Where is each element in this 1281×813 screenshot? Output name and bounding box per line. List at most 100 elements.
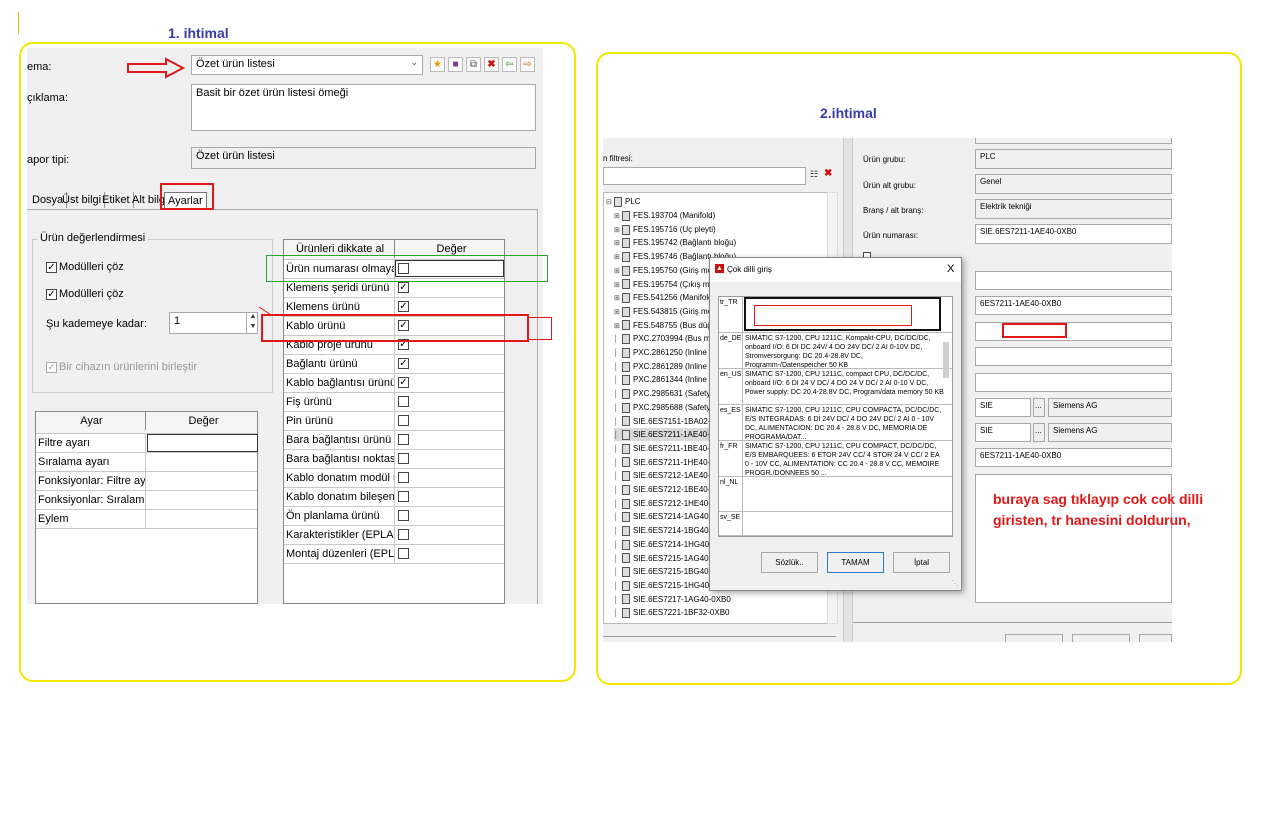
expand-icon[interactable]: ⊞ — [614, 306, 622, 319]
maker-code-field[interactable]: SIE — [975, 398, 1031, 417]
expand-icon[interactable]: ⊞ — [614, 224, 622, 237]
language-text[interactable]: SIMATIC S7-1200, CPU 1211C, compact CPU,… — [745, 370, 945, 404]
blank-field-3[interactable] — [975, 373, 1172, 392]
tree-item[interactable]: ⊞ FES.195742 (Bağlantı bloğu) — [614, 236, 736, 249]
table-row[interactable]: Ön planlama ürünü — [284, 507, 504, 526]
tree-item[interactable]: ⊞ FES.193704 (Manifold) — [614, 209, 715, 222]
table-row[interactable]: Karakteristikler (EPLAN PP... — [284, 526, 504, 545]
language-row[interactable]: es_ES SIMATIC S7-1200, CPU 1211C, CPU COM… — [719, 405, 952, 441]
tree-item[interactable]: │ SIE.6ES7221-1BF32-0XB0 — [614, 606, 730, 619]
table-row[interactable]: Fonksiyonlar: Sıralama ayarı — [36, 491, 257, 510]
table-row[interactable]: Kablo donatım modül ürü... — [284, 469, 504, 488]
ok-button[interactable]: TAMAM — [827, 552, 884, 573]
expand-icon[interactable]: ⊞ — [614, 237, 622, 250]
collapse-icon[interactable]: ⊟ — [606, 196, 614, 209]
order-number-field[interactable]: 6ES7211-1AE40-0XB0 — [975, 448, 1172, 467]
schema-dropdown[interactable]: Özet ürün listesi ⌄ — [191, 55, 423, 75]
table-row[interactable]: Filtre ayarı — [36, 434, 258, 453]
value-checkbox[interactable] — [398, 415, 409, 426]
maker-browse-button[interactable]: ... — [1033, 398, 1045, 417]
table-row[interactable]: Fonksiyonlar: Filtre ayarı — [36, 472, 257, 491]
close-icon[interactable]: X — [947, 263, 954, 275]
save-icon[interactable]: ■ — [448, 57, 463, 72]
language-row[interactable]: fr_FR SIMATIC S7-1200, CPU 1211C, CPU COM… — [719, 441, 952, 477]
value-checkbox[interactable] — [398, 434, 409, 445]
expand-icon[interactable]: ⊞ — [614, 251, 622, 264]
value-checkbox[interactable] — [398, 491, 409, 502]
table-row[interactable]: Sıralama ayarı — [36, 453, 257, 472]
value-checkbox[interactable] — [398, 472, 409, 483]
number-field[interactable]: SIE.6ES7211-1AE40-0XB0 — [975, 224, 1172, 244]
table-row[interactable]: Montaj düzenleri (EPLAN ... — [284, 545, 504, 564]
language-text[interactable] — [745, 478, 945, 511]
bottom-button-3[interactable] — [1139, 634, 1172, 642]
language-text[interactable]: SIMATIC S7-1200, CPU 1211C, CPU COMPACT,… — [745, 442, 945, 476]
table-row[interactable]: Eylem — [36, 510, 257, 529]
grid-scrollbar[interactable] — [943, 342, 949, 378]
export-icon[interactable]: ⇨ — [520, 57, 535, 72]
language-row[interactable]: de_DE SIMATIC S7-1200, CPU 1211C, Kompakt… — [719, 333, 952, 369]
language-row[interactable]: sv_SE — [719, 512, 952, 536]
bottom-button-2[interactable] — [1072, 634, 1130, 642]
row-value-field[interactable] — [147, 434, 258, 452]
app-logo-icon: ▲ — [715, 264, 724, 273]
table-row[interactable]: Fiş ürünü — [284, 393, 504, 412]
language-row[interactable]: nl_NL — [719, 477, 952, 512]
import-icon[interactable]: ⇦ — [502, 57, 517, 72]
language-text[interactable] — [745, 513, 945, 535]
language-row[interactable]: en_US SIMATIC S7-1200, CPU 1211C, compact… — [719, 369, 952, 405]
resolve-modules-checkbox-2[interactable]: ✓ — [46, 289, 57, 300]
cancel-button[interactable]: İptal — [893, 552, 950, 573]
delete-icon[interactable]: ✖ — [484, 57, 499, 72]
value-checkbox[interactable] — [398, 529, 409, 540]
level-input[interactable]: 1 — [169, 312, 258, 334]
value-checkbox[interactable] — [398, 453, 409, 464]
type-field[interactable]: 6ES7211-1AE40-0XB0 — [975, 296, 1172, 315]
copy-icon[interactable]: ⧉ — [466, 57, 481, 72]
value-checkbox[interactable] — [398, 510, 409, 521]
tree-item[interactable]: ⊞ FES.195716 (Uç pleyti) — [614, 223, 716, 236]
table-row[interactable]: Pin ürünü — [284, 412, 504, 431]
value-checkbox[interactable]: ✓ — [398, 377, 409, 388]
value-checkbox[interactable]: ✓ — [398, 282, 409, 293]
value-checkbox[interactable] — [398, 548, 409, 559]
dictionary-button[interactable]: Sözlük.. — [761, 552, 818, 573]
table-row[interactable]: Bara bağlantısı ürünü — [284, 431, 504, 450]
group-value: PLC — [980, 152, 996, 161]
language-text[interactable]: SIMATIC S7-1200, CPU 1211C, Kompakt-CPU,… — [745, 334, 945, 368]
supplier-browse-button[interactable]: ... — [1033, 423, 1045, 442]
value-checkbox[interactable] — [398, 396, 409, 407]
language-text[interactable]: SIMATIC S7-1200, CPU 1211C, CPU COMPACTA… — [745, 406, 945, 440]
star-icon[interactable]: ★ — [430, 57, 445, 72]
resize-grip-icon[interactable]: ⋱ — [951, 579, 959, 588]
tree-root[interactable]: ⊟ PLC — [606, 195, 641, 208]
filter-input[interactable] — [603, 167, 806, 185]
value-checkbox[interactable]: ✓ — [398, 358, 409, 369]
description-field[interactable]: Basit bir özet ürün listesi ömeği — [191, 84, 536, 131]
tree-item[interactable]: ⊞ FES.541256 (Manifold) — [614, 291, 715, 304]
branch-value: Elektrik tekniği — [980, 202, 1032, 211]
chevron-down-icon[interactable]: ⌄ — [410, 57, 418, 68]
clear-filter-icon[interactable]: ✖ — [824, 168, 832, 179]
expand-icon[interactable]: ⊞ — [614, 279, 622, 292]
product-icon — [622, 498, 630, 509]
table-row[interactable]: Kablo donatım bileşenleri... — [284, 488, 504, 507]
column-divider — [742, 477, 743, 511]
value-checkbox[interactable]: ✓ — [398, 301, 409, 312]
table-row[interactable]: Bağlantı ürünü ✓ — [284, 355, 504, 374]
supplier-code-field[interactable]: SIE — [975, 423, 1031, 442]
tree-item[interactable]: │ SIE.6ES7217-1AG40-0XB0 — [614, 593, 731, 606]
filter-icon[interactable]: ☷ — [810, 169, 818, 180]
table-row[interactable]: Kablo bağlantısı ürünü ✓ — [284, 374, 504, 393]
cancel-label: İptal — [913, 558, 930, 567]
expand-icon[interactable]: ⊞ — [614, 320, 622, 333]
bottom-button-1[interactable] — [1005, 634, 1063, 642]
expand-icon[interactable]: ⊞ — [614, 265, 622, 278]
table-row[interactable]: Bara bağlantısı noktası ür... — [284, 450, 504, 469]
expand-icon[interactable]: ⊞ — [614, 292, 622, 305]
blank-field-2[interactable] — [975, 347, 1172, 366]
blank-field-1[interactable] — [975, 271, 1172, 290]
resolve-modules-checkbox[interactable]: ✓ — [46, 262, 57, 273]
expand-icon[interactable]: ⊞ — [614, 210, 622, 223]
branch-field: Elektrik tekniği — [975, 199, 1172, 219]
